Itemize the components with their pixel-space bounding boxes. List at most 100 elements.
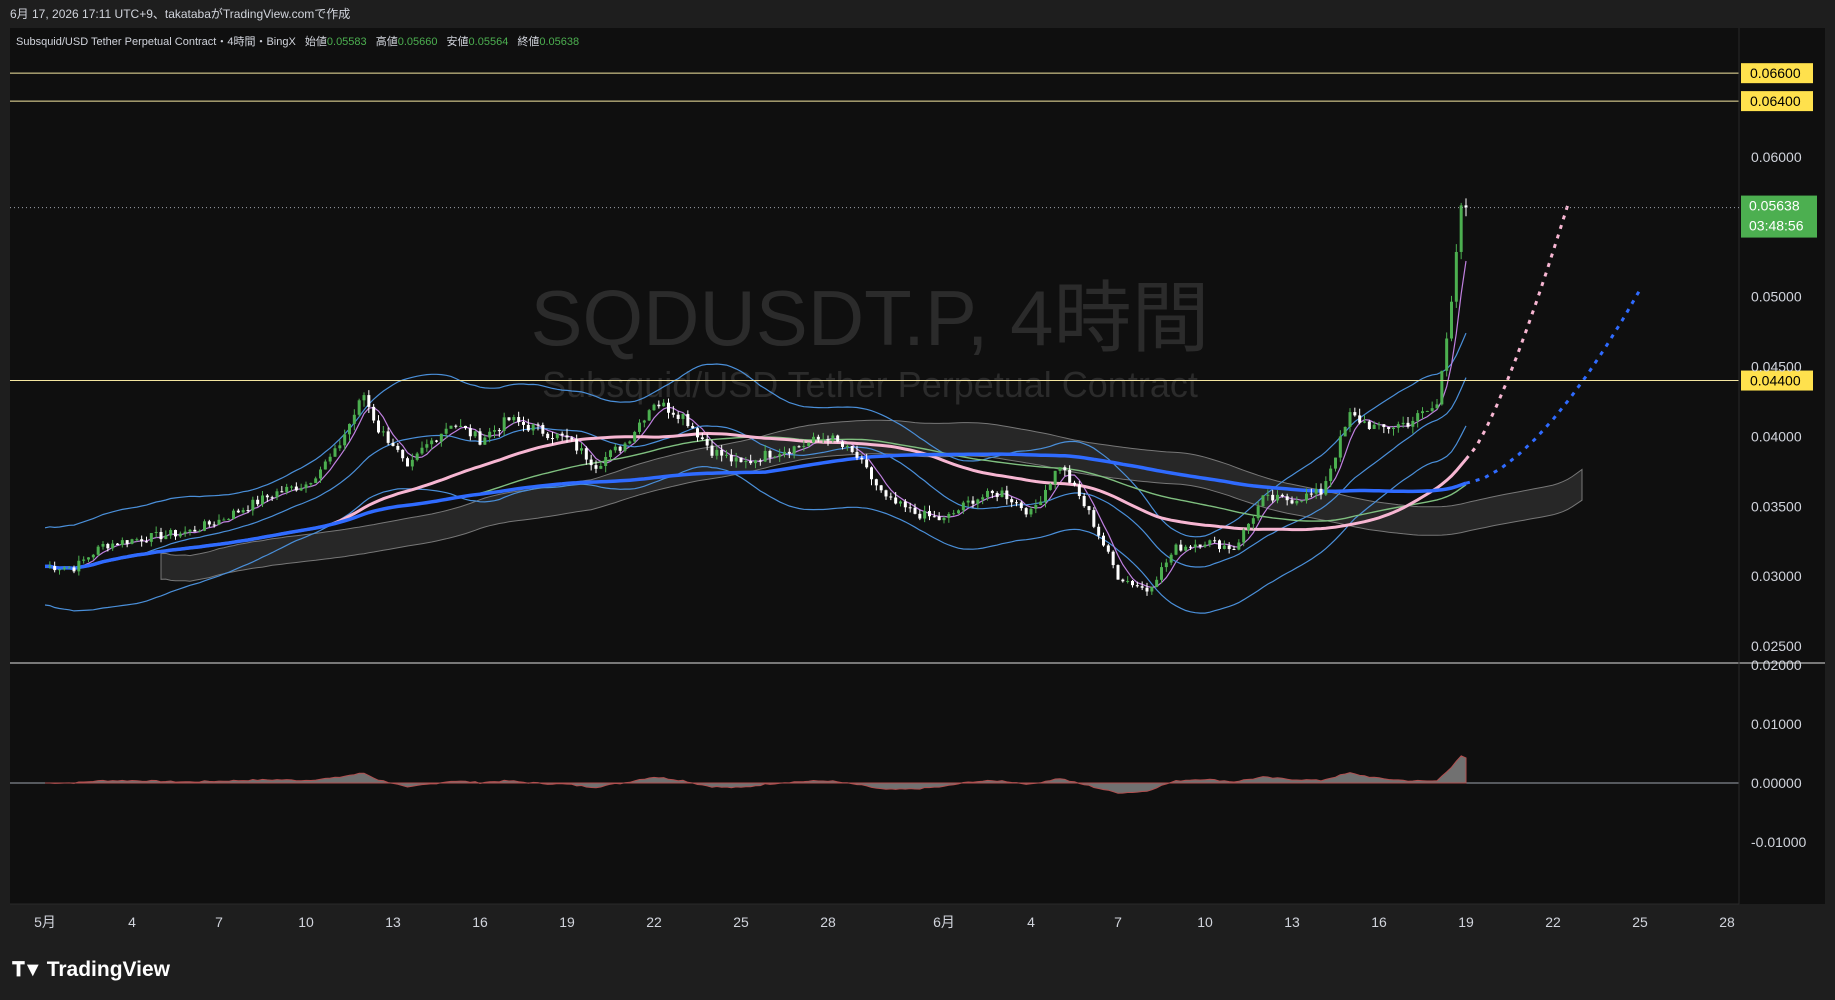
candle-body	[178, 533, 182, 537]
candle-body	[58, 569, 61, 571]
candle-body	[1324, 481, 1328, 495]
candle-body	[1338, 436, 1342, 458]
candle-body	[681, 414, 685, 419]
candle-body	[87, 557, 90, 560]
time-axis-label: 19	[559, 914, 575, 930]
candle-body	[1421, 411, 1424, 414]
candle-body	[729, 454, 733, 462]
candle-body	[990, 490, 994, 494]
candle-body	[62, 567, 66, 570]
candle-body	[928, 511, 931, 517]
time-axis-label: 7	[215, 914, 223, 930]
candle-body	[768, 450, 772, 458]
candle-body	[1290, 500, 1294, 504]
candle-body	[464, 425, 467, 429]
candle-body	[91, 554, 95, 558]
candle-body	[1010, 499, 1014, 503]
legend-close-label: 終値	[517, 34, 539, 48]
candle-body	[198, 530, 202, 532]
candle-body	[836, 435, 840, 442]
candle-body	[812, 436, 815, 443]
legend-open-label: 始値	[305, 34, 327, 48]
time-axis-label: 7	[1114, 914, 1122, 930]
candle-body	[77, 560, 81, 572]
candle-body	[381, 431, 385, 433]
candle-body	[1189, 546, 1192, 548]
candle-body	[135, 539, 139, 541]
candle-body	[357, 400, 361, 415]
candle-body	[642, 420, 646, 423]
candle-body	[1309, 493, 1313, 495]
candle-body	[502, 417, 506, 431]
candle-body	[1450, 301, 1453, 339]
candle-body	[435, 440, 438, 442]
candle-body	[459, 425, 463, 427]
candle-body	[633, 431, 637, 442]
candle-body	[362, 395, 366, 401]
candle-body	[957, 510, 960, 514]
time-axis-label: 13	[385, 914, 401, 930]
candle-body	[899, 501, 902, 504]
candle-body	[1256, 506, 1260, 519]
candle-body	[1353, 412, 1357, 416]
candle-body	[1024, 508, 1028, 515]
candle-body	[304, 484, 308, 489]
time-axis-label: 13	[1284, 914, 1300, 930]
candle-body	[290, 486, 293, 488]
candle-body	[947, 514, 951, 518]
candle-body	[1396, 424, 1400, 428]
candle-body	[937, 516, 941, 521]
candle-body	[763, 450, 767, 462]
price-chart[interactable]: SQDUSDT.P, 4時間 Subsquid/USD Tether Perpe…	[0, 0, 1835, 940]
candle-body	[174, 530, 177, 537]
candle-body	[657, 404, 661, 407]
candle-body	[1208, 540, 1212, 545]
tradingview-logo[interactable]: 𝐓▼ TradingView	[12, 958, 170, 982]
candle-body	[377, 420, 380, 433]
candle-body	[372, 406, 376, 421]
candle-body	[720, 449, 724, 456]
candle-body	[1416, 413, 1420, 421]
candle-body	[319, 469, 322, 479]
candle-body	[1184, 546, 1188, 551]
candle-body	[1280, 494, 1284, 497]
candle-body	[1203, 544, 1207, 547]
tradingview-mark-icon: 𝐓▼	[12, 958, 43, 981]
candle-body	[551, 438, 554, 440]
candle-body	[894, 497, 898, 504]
candle-body	[903, 501, 907, 508]
candle-body	[386, 431, 390, 443]
countdown-timer: 03:48:56	[1749, 218, 1804, 234]
candle-body	[193, 529, 197, 532]
time-axis-label: 28	[820, 914, 836, 930]
candle-body	[256, 499, 260, 505]
candle-body	[555, 433, 559, 439]
candle-body	[589, 459, 593, 466]
candle-body	[700, 437, 704, 440]
candle-body	[599, 465, 603, 469]
time-axis[interactable]: 5月 4 7 10 13 16 19 22 25 28 6月 4 7 10 13 16 19 22 25 28	[34, 914, 1735, 930]
candle-body	[439, 433, 443, 442]
candle-body	[1242, 529, 1246, 543]
candle-body	[1348, 412, 1352, 427]
time-axis-label: 22	[646, 914, 662, 930]
candle-body	[647, 410, 651, 421]
candle-body	[265, 495, 269, 498]
candle-body	[1401, 422, 1405, 425]
last-price-value: 0.05638	[1749, 198, 1800, 214]
candle-body	[232, 510, 235, 519]
candle-body	[183, 531, 187, 534]
candle-body	[1029, 508, 1033, 515]
candle-body	[1087, 506, 1091, 511]
candle-body	[831, 435, 835, 441]
legend-high-value: 0.05660	[398, 36, 438, 48]
oscillator-axis-label: 0.02000	[1751, 657, 1802, 673]
candle-body	[860, 457, 864, 460]
candle-body	[1068, 470, 1072, 483]
candle-body	[570, 437, 574, 440]
candle-body	[754, 460, 757, 464]
candle-body	[497, 430, 501, 432]
candle-body	[623, 443, 627, 451]
candle-body	[749, 461, 753, 464]
candle-body	[1358, 415, 1362, 423]
